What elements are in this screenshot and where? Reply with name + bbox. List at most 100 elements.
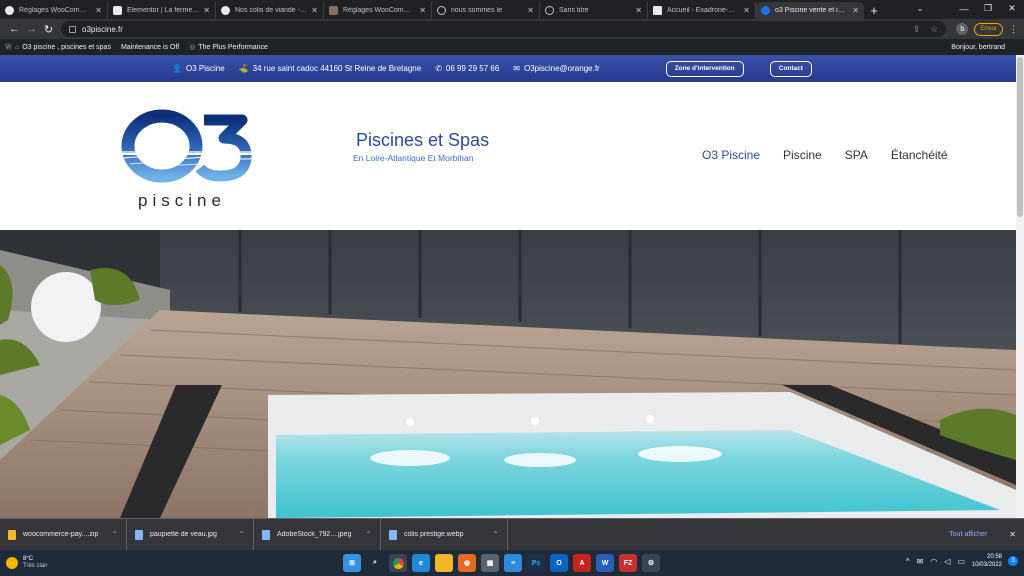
chevron-up-icon[interactable]: ^ bbox=[906, 557, 910, 566]
menu-item-spa[interactable]: SPA bbox=[845, 148, 868, 162]
mail-icon[interactable]: ✉ bbox=[917, 557, 924, 566]
download-item[interactable]: paupiette de veau.jpg ⌃ bbox=[127, 518, 254, 551]
tagline-title: Piscines et Spas bbox=[356, 130, 490, 150]
photoshop-icon[interactable]: Ps bbox=[527, 554, 545, 572]
contact-button[interactable]: Contact bbox=[769, 60, 812, 77]
browser-tab[interactable]: Accueil - Exadrone-Service ✕ bbox=[648, 2, 756, 19]
close-downloads-icon[interactable]: ✕ bbox=[1009, 530, 1016, 539]
close-tab-icon[interactable]: ✕ bbox=[852, 6, 859, 15]
close-window-icon[interactable]: ✕ bbox=[1000, 0, 1024, 17]
close-tab-icon[interactable]: ✕ bbox=[311, 6, 318, 15]
share-icon[interactable]: ⇪ bbox=[913, 24, 921, 35]
browser-tab[interactable]: Réglages WooCommerce ✕ bbox=[324, 2, 432, 19]
profile-avatar[interactable]: b bbox=[956, 23, 969, 35]
admin-bar-site[interactable]: Ⓦ ⌂ O3 piscine , piscines et spas bbox=[5, 42, 111, 52]
file-explorer-icon[interactable] bbox=[435, 554, 453, 572]
tab-title: Elementor | La ferme d'Elo bbox=[127, 7, 200, 14]
calculator-icon[interactable]: ▦ bbox=[481, 554, 499, 572]
admin-bar-plugin[interactable]: ◎ The Plus Performance bbox=[189, 43, 268, 52]
back-arrow-icon[interactable]: ← bbox=[6, 23, 23, 35]
close-tab-icon[interactable]: ✕ bbox=[527, 6, 534, 15]
wp-admin-bar: Ⓦ ⌂ O3 piscine , piscines et spas Maintena… bbox=[0, 39, 1024, 55]
chevron-up-icon[interactable]: ⌃ bbox=[365, 530, 372, 539]
browser-tab[interactable]: Sans titre ✕ bbox=[540, 2, 648, 19]
browser-tab-active[interactable]: o3 Piscine vente et installa ✕ bbox=[756, 2, 864, 19]
tab-title: Réglages WooCommerce bbox=[343, 7, 416, 14]
topbar-address: ⛳ 34 rue saint cadoc 44160 St Reine de Br… bbox=[239, 64, 422, 73]
tab-title: Accueil - Exadrone-Service bbox=[667, 7, 739, 14]
error-button[interactable]: Erreur bbox=[974, 22, 1003, 36]
bookmark-star-icon[interactable]: ☆ bbox=[930, 24, 938, 35]
chevron-up-icon[interactable]: ⌃ bbox=[238, 530, 245, 539]
close-tab-icon[interactable]: ✕ bbox=[743, 6, 750, 15]
page-scrollbar[interactable] bbox=[1016, 55, 1024, 518]
download-item[interactable]: AdobeStock_792....jpeg ⌃ bbox=[254, 518, 381, 551]
forward-arrow-icon[interactable]: → bbox=[23, 23, 40, 35]
admin-bar-plugin-label: The Plus Performance bbox=[198, 43, 268, 51]
url-text: o3piscine.fr bbox=[82, 24, 123, 34]
clock[interactable]: 20:58 10/03/2022 bbox=[972, 553, 1002, 569]
download-item[interactable]: woocommerce-pay....zip ⌃ bbox=[0, 518, 127, 551]
weather-widget[interactable]: 8°C Très clair bbox=[6, 556, 47, 570]
admin-bar-maintenance[interactable]: Maintenance is Off bbox=[121, 44, 179, 51]
minimize-icon[interactable]: — bbox=[952, 0, 976, 17]
company-name: O3 Piscine bbox=[185, 64, 225, 73]
word-icon[interactable]: W bbox=[596, 554, 614, 572]
folder-icon bbox=[8, 529, 16, 540]
lock-icon[interactable] bbox=[69, 25, 76, 33]
notepad-icon[interactable]: ≡ bbox=[504, 554, 522, 572]
settings-gear-icon[interactable]: ⚙ bbox=[642, 554, 660, 572]
notification-badge[interactable]: 3 bbox=[1008, 556, 1018, 566]
browser-menu-icon[interactable]: ⋮ bbox=[1009, 24, 1018, 35]
admin-bar-site-name: O3 piscine , piscines et spas bbox=[22, 43, 111, 51]
outlook-icon[interactable]: O bbox=[550, 554, 568, 572]
close-tab-icon[interactable]: ✕ bbox=[635, 6, 642, 15]
tab-search-icon[interactable]: ⌄ bbox=[912, 0, 928, 17]
close-tab-icon[interactable]: ✕ bbox=[95, 6, 102, 15]
weather-desc: Très clair bbox=[23, 563, 48, 569]
browser-tab[interactable]: Elementor | La ferme d'Elo✕ bbox=[108, 2, 216, 19]
browser-tab[interactable]: Nos colis de viande - Vent ✕ bbox=[216, 2, 324, 19]
email-text: O3piscine@orange.fr bbox=[523, 64, 600, 73]
file-icon bbox=[653, 6, 662, 15]
gauge-icon: ◎ bbox=[189, 44, 196, 51]
browser-tab[interactable]: Réglages WooCommerce ✕ bbox=[0, 2, 108, 19]
acrobat-icon[interactable]: A bbox=[573, 554, 591, 572]
chrome-icon[interactable] bbox=[389, 554, 407, 572]
edge-icon[interactable]: e bbox=[412, 554, 430, 572]
menu-item-etancheite[interactable]: Étanchéité bbox=[891, 148, 948, 162]
zone-intervention-button[interactable]: Zone d'intervention bbox=[665, 60, 744, 77]
topbar-email[interactable]: ✉ O3piscine@orange.fr bbox=[513, 64, 599, 73]
topbar-phone[interactable]: ✆ 06 99 29 57 66 bbox=[435, 64, 499, 73]
menu-item-piscine[interactable]: Piscine bbox=[783, 148, 822, 162]
volume-icon[interactable]: ◁ bbox=[944, 557, 950, 566]
download-item[interactable]: colis prestige.webp ⌃ bbox=[381, 518, 508, 551]
restore-icon[interactable]: ❐ bbox=[976, 0, 1000, 17]
web-page: 👤 O3 Piscine ⛳ 34 rue saint cadoc 44160 St… bbox=[0, 55, 1016, 518]
chevron-up-icon[interactable]: ⌃ bbox=[111, 530, 118, 539]
image-file-icon bbox=[135, 529, 143, 540]
admin-bar-greeting[interactable]: Bonjour, bertrand bbox=[951, 44, 1005, 51]
topbar-company: 👤 O3 Piscine bbox=[172, 64, 225, 73]
search-icon[interactable]: ⌕ bbox=[366, 554, 384, 572]
browser-tab[interactable]: nous sommes le ✕ bbox=[432, 2, 540, 19]
hero-pool-image bbox=[0, 230, 1016, 518]
wifi-icon[interactable]: ◠ bbox=[930, 557, 937, 566]
image-file-icon bbox=[389, 529, 397, 540]
close-tab-icon[interactable]: ✕ bbox=[203, 6, 210, 15]
image-file-icon bbox=[262, 529, 270, 540]
envelope-icon: ✉ bbox=[513, 64, 520, 73]
tagline-subtitle: En Loire-Atlantique Et Morbihan bbox=[353, 153, 474, 163]
chevron-up-icon[interactable]: ⌃ bbox=[492, 530, 499, 539]
close-tab-icon[interactable]: ✕ bbox=[419, 6, 426, 15]
firefox-icon[interactable]: ◉ bbox=[458, 554, 476, 572]
url-bar[interactable]: o3piscine.fr ⇪ ☆ bbox=[61, 21, 947, 37]
filezilla-icon[interactable]: FZ bbox=[619, 554, 637, 572]
show-all-downloads-link[interactable]: Tout afficher bbox=[949, 531, 987, 538]
menu-item-o3-piscine[interactable]: O3 Piscine bbox=[702, 148, 760, 162]
reload-icon[interactable]: ↻ bbox=[40, 23, 57, 36]
start-icon[interactable]: ⊞ bbox=[343, 554, 361, 572]
new-tab-button[interactable]: + bbox=[864, 2, 884, 19]
scrollbar-thumb[interactable] bbox=[1017, 57, 1023, 217]
battery-icon[interactable]: ▭ bbox=[957, 557, 965, 566]
